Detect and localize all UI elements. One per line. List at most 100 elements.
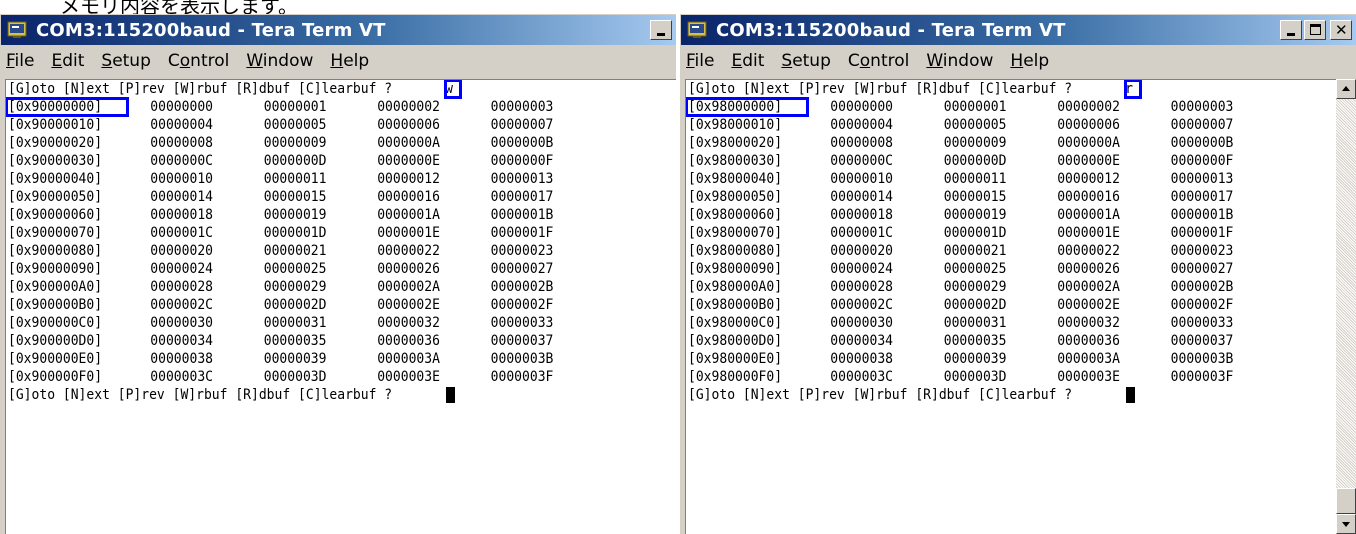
scrollbar-track[interactable] [1336, 99, 1356, 514]
memory-value: 0000000B [1170, 135, 1234, 151]
memory-value: 00000038 [150, 351, 214, 367]
menu-file[interactable]: File [6, 51, 34, 71]
vertical-scrollbar[interactable] [1336, 79, 1356, 534]
menu-file[interactable]: File [686, 51, 714, 71]
memory-value: 00000024 [150, 261, 214, 277]
memory-value: 00000014 [830, 189, 894, 205]
memory-address: [0x98000060] [688, 207, 783, 223]
memory-value: 00000006 [377, 117, 440, 133]
memory-value: 00000039 [263, 351, 327, 367]
memory-address: [0x90000070] [8, 225, 103, 241]
memory-address: [0x90000000] [8, 99, 103, 115]
memory-value: 0000003C [830, 369, 894, 385]
memory-value: 0000001E [377, 225, 440, 241]
memory-value: 00000001 [943, 99, 1007, 115]
memory-value: 00000033 [1170, 315, 1234, 331]
page-caption: メモリ内容を表示します。 [0, 0, 1356, 14]
memory-value: 0000003B [1170, 351, 1234, 367]
text-cursor [1126, 387, 1135, 403]
memory-value: 00000023 [1170, 243, 1234, 259]
memory-address: [0x90000090] [8, 261, 103, 277]
memory-address: [0x98000080] [688, 243, 783, 259]
memory-value: 00000000 [150, 99, 214, 115]
typed-key: w [445, 81, 453, 97]
memory-address: [0x980000E0] [688, 351, 783, 367]
menu-help[interactable]: Help [1010, 51, 1049, 71]
menu-bar: File Edit Setup Control Window Help [1, 45, 676, 77]
memory-value: 00000021 [943, 243, 1007, 259]
menu-edit[interactable]: Edit [731, 51, 764, 71]
scrollbar-thumb[interactable] [1336, 488, 1356, 514]
memory-address: [0x90000060] [8, 207, 103, 223]
menu-edit[interactable]: Edit [51, 51, 84, 71]
memory-value: 0000000C [830, 153, 894, 169]
minimize-button[interactable] [1280, 20, 1302, 40]
tera-term-icon[interactable] [6, 20, 28, 40]
memory-address: [0x98000050] [688, 189, 783, 205]
menu-setup[interactable]: Setup [781, 51, 831, 71]
memory-value: 00000024 [830, 261, 894, 277]
memory-value: 0000000A [377, 135, 440, 151]
memory-value: 00000012 [1057, 171, 1120, 187]
memory-value: 0000001A [1057, 207, 1120, 223]
menu-window[interactable]: Window [926, 51, 993, 71]
memory-value: 00000020 [150, 243, 214, 259]
memory-value: 00000010 [830, 171, 894, 187]
terminal-screen[interactable]: [G]oto [N]ext [P]rev [W]rbuf [R]dbuf [C]… [5, 79, 676, 534]
memory-address: [0x98000020] [688, 135, 783, 151]
prompt-text: [G]oto [N]ext [P]rev [W]rbuf [R]dbuf [C]… [688, 81, 1080, 97]
memory-value: 0000003F [1170, 369, 1234, 385]
memory-value: 0000002F [490, 297, 554, 313]
maximize-button[interactable] [1304, 20, 1326, 40]
memory-value: 00000037 [490, 333, 554, 349]
memory-value: 0000002F [1170, 297, 1234, 313]
memory-value: 0000003C [150, 369, 214, 385]
memory-value: 00000007 [490, 117, 554, 133]
scroll-up-button[interactable] [1336, 79, 1356, 99]
memory-address: [0x90000020] [8, 135, 103, 151]
memory-value: 00000003 [1170, 99, 1234, 115]
memory-value: 0000002A [1057, 279, 1120, 295]
memory-value: 00000032 [1057, 315, 1120, 331]
memory-value: 0000001B [490, 207, 554, 223]
memory-value: 00000027 [1170, 261, 1234, 277]
memory-address: [0x90000030] [8, 153, 103, 169]
memory-value: 0000001C [830, 225, 894, 241]
menu-control[interactable]: Control [848, 51, 909, 71]
memory-value: 00000034 [150, 333, 214, 349]
memory-value: 0000002B [490, 279, 554, 295]
menu-control[interactable]: Control [168, 51, 229, 71]
terminal-window-right: COM3:115200baud - Tera Term VT ✕ File Ed… [680, 14, 1356, 534]
memory-address: [0x980000A0] [688, 279, 783, 295]
memory-address: [0x900000B0] [8, 297, 103, 313]
memory-value: 0000001C [150, 225, 214, 241]
memory-value: 0000001F [1170, 225, 1234, 241]
memory-value: 00000023 [490, 243, 554, 259]
menu-setup[interactable]: Setup [101, 51, 151, 71]
memory-value: 00000015 [263, 189, 327, 205]
close-icon: ✕ [1335, 21, 1348, 39]
memory-value: 00000020 [830, 243, 894, 259]
memory-value: 00000039 [943, 351, 1007, 367]
memory-value: 00000037 [1170, 333, 1234, 349]
tera-term-icon[interactable] [686, 20, 708, 40]
window-title: COM3:115200baud - Tera Term VT [716, 19, 1066, 41]
text-cursor [446, 387, 455, 403]
title-bar[interactable]: COM3:115200baud - Tera Term VT ✕ [681, 15, 1356, 45]
scroll-down-icon [1342, 522, 1350, 527]
memory-value: 0000003D [943, 369, 1007, 385]
prompt-text: [G]oto [N]ext [P]rev [W]rbuf [R]dbuf [C]… [8, 81, 400, 97]
memory-value: 00000005 [263, 117, 327, 133]
memory-value: 00000000 [830, 99, 894, 115]
menu-help[interactable]: Help [330, 51, 369, 71]
scroll-down-button[interactable] [1336, 514, 1356, 534]
memory-value: 0000003A [377, 351, 440, 367]
close-button[interactable]: ✕ [1330, 20, 1352, 40]
memory-address: [0x90000080] [8, 243, 103, 259]
window-title: COM3:115200baud - Tera Term VT [36, 19, 386, 41]
title-bar[interactable]: COM3:115200baud - Tera Term VT [1, 15, 676, 45]
minimize-button[interactable] [650, 20, 672, 40]
menu-window[interactable]: Window [246, 51, 313, 71]
memory-address: [0x980000F0] [688, 369, 783, 385]
terminal-screen[interactable]: [G]oto [N]ext [P]rev [W]rbuf [R]dbuf [C]… [685, 79, 1336, 534]
